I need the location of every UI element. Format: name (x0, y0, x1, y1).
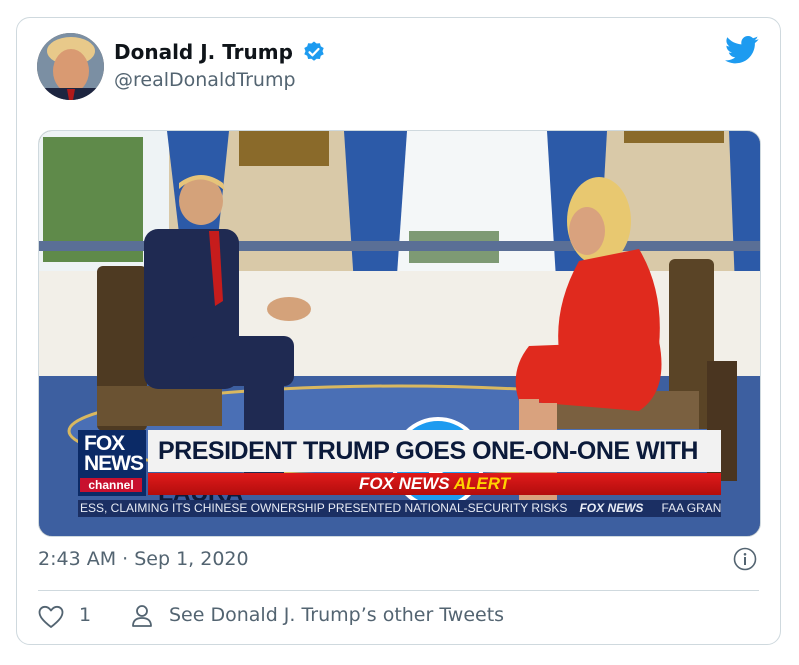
twitter-bird-icon[interactable] (725, 35, 759, 65)
chyron-headline: PRESIDENT TRUMP GOES ONE-ON-ONE WITH LAU… (148, 430, 721, 507)
ticker-brand: FOX NEWS (579, 501, 644, 515)
ticker-text: ESS, CLAIMING ITS CHINESE OWNERSHIP PRES… (80, 501, 568, 515)
info-icon[interactable] (733, 547, 757, 571)
fox-news-logo: FOX NEWS channel (78, 430, 146, 496)
verified-badge-icon (304, 41, 324, 61)
alert-brand: FOX NEWS (358, 474, 450, 493)
tweet-timestamp[interactable]: 2:43 AM · Sep 1, 2020 (38, 548, 249, 570)
alert-word: ALERT (453, 474, 511, 493)
like-count: 1 (79, 604, 92, 626)
news-ticker: ESS, CLAIMING ITS CHINESE OWNERSHIP PRES… (78, 500, 721, 517)
other-tweets-link[interactable]: See Donald J. Trump’s other Tweets (169, 604, 504, 626)
avatar[interactable] (37, 33, 104, 100)
logo-line-3: channel (80, 478, 142, 492)
author-handle[interactable]: @realDonaldTrump (114, 69, 296, 91)
news-chyron: FOX NEWS channel PRESIDENT TRUMP GOES ON… (78, 430, 721, 507)
alert-bar: FOX NEWS ALERT (148, 473, 721, 495)
person-icon (132, 605, 152, 627)
logo-line-2: NEWS (84, 452, 144, 475)
heart-icon[interactable] (38, 605, 64, 629)
divider (38, 590, 759, 591)
ticker-tail: FAA GRAN (661, 501, 721, 515)
author-name[interactable]: Donald J. Trump (114, 40, 293, 64)
